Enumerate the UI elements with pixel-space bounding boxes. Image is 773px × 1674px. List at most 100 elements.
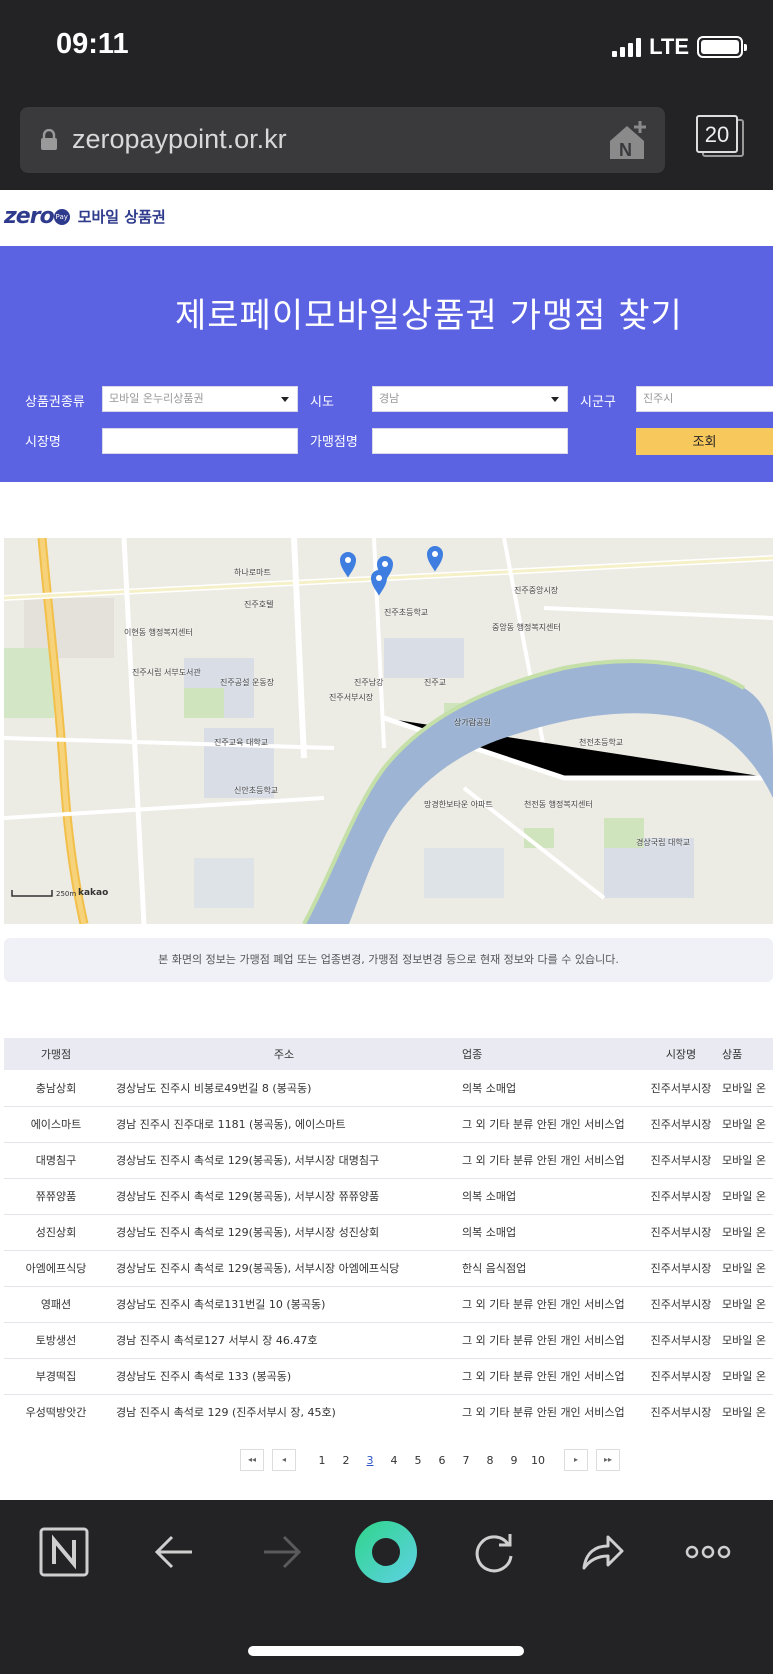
map-label: 진주시립 서부도서관	[132, 668, 201, 677]
map-scale-label: 250m	[56, 890, 77, 898]
page-number[interactable]: 9	[502, 1454, 526, 1467]
address-cell: 경남 진주시 촉석로 129 (진주서부시 장, 45호)	[108, 1394, 460, 1428]
store-name-cell: 토방생선	[4, 1322, 108, 1359]
site-header: zero Pay 모바일 상품권	[0, 190, 773, 246]
status-bar: 09:11 LTE	[0, 0, 773, 95]
naver-home-icon[interactable]	[38, 1526, 90, 1578]
col-header-address: 주소	[108, 1038, 460, 1070]
store-map[interactable]: 이현동 행정복지센터 진주시립 서부도서관 진주공설 운동장 신안초등학교 진주교육 대…	[4, 538, 773, 924]
table-header-row: 가맹점 주소 업종 시장명 상품	[4, 1038, 773, 1070]
address-bar[interactable]: zeropaypoint.or.kr N	[20, 107, 665, 173]
table-row[interactable]: 에이스마트 경남 진주시 진주대로 1181 (봉곡동), 에이스마트 그 외 기타…	[4, 1106, 773, 1143]
battery-icon	[697, 36, 747, 58]
market-cell: 진주서부시장	[642, 1250, 720, 1287]
page-number[interactable]: 3	[358, 1454, 382, 1467]
table-row[interactable]: 대명침구 경상남도 진주시 촉석로 129(봉곡동), 서부시장 대명침구 그 외 …	[4, 1142, 773, 1179]
voucher-type-label: 상품권종류	[25, 395, 85, 410]
page-number[interactable]: 8	[478, 1454, 502, 1467]
green-dot-icon[interactable]	[354, 1520, 418, 1584]
page-number[interactable]: 5	[406, 1454, 430, 1467]
signal-icon	[612, 37, 642, 57]
site-logo[interactable]: zero Pay 모바일 상품권	[4, 204, 166, 229]
col-header-store: 가맹점	[4, 1038, 108, 1070]
add-to-home-icon[interactable]: N	[607, 117, 653, 163]
page-number[interactable]: 2	[334, 1454, 358, 1467]
market-input[interactable]	[102, 428, 298, 454]
category-cell: 그 외 기타 분류 안된 개인 서비스업	[460, 1286, 642, 1323]
map-brand-logo: kakao	[78, 888, 109, 898]
voucher-cell: 모바일 온	[720, 1070, 773, 1107]
search-panel: 제로페이모바일상품권 가맹점 찾기 상품권종류 모바일 온누리상품권 시도 경남…	[0, 246, 773, 482]
store-name-cell: 영패션	[4, 1286, 108, 1323]
market-cell: 진주서부시장	[642, 1394, 720, 1428]
table-row[interactable]: 우성떡방앗간 경남 진주시 촉석로 129 (진주서부시 장, 45호) 그 외 기…	[4, 1394, 773, 1428]
info-notice: 본 화면의 정보는 가맹점 폐업 또는 업종변경, 가맹점 정보변경 등으로 현…	[4, 938, 773, 982]
page-number[interactable]: 6	[430, 1454, 454, 1467]
store-name-cell: 충남상회	[4, 1070, 108, 1107]
table-row[interactable]: 부경떡집 경상남도 진주시 촉석로 133 (봉곡동) 그 외 기타 분류 안된 개…	[4, 1358, 773, 1395]
page-number[interactable]: 7	[454, 1454, 478, 1467]
page-number[interactable]: 1	[310, 1454, 334, 1467]
table-row[interactable]: 영패션 경상남도 진주시 촉석로131번길 10 (봉곡동) 그 외 기타 분류 안…	[4, 1286, 773, 1323]
district-select[interactable]: 진주시	[636, 386, 773, 412]
map-label: 천전초등학교	[579, 738, 624, 747]
map-label: 신안초등학교	[234, 786, 279, 795]
table-row[interactable]: 아엠에프식당 경상남도 진주시 촉석로 129(봉곡동), 서부시장 아엠에프식당…	[4, 1250, 773, 1287]
map-label: 진주호텔	[244, 600, 274, 609]
voucher-cell: 모바일 온	[720, 1106, 773, 1143]
last-page-button[interactable]: ▸▸	[596, 1449, 620, 1471]
voucher-cell: 모바일 온	[720, 1286, 773, 1323]
next-page-button[interactable]: ▸	[564, 1449, 588, 1471]
store-input[interactable]	[372, 428, 568, 454]
category-cell: 의복 소매업	[460, 1070, 642, 1107]
chevron-down-icon	[281, 397, 289, 402]
first-page-button[interactable]: ◂◂	[240, 1449, 264, 1471]
prev-page-button[interactable]: ◂	[272, 1449, 296, 1471]
map-label: 중앙동 행정복지센터	[492, 623, 561, 632]
back-arrow-icon[interactable]	[148, 1526, 200, 1578]
district-label: 시군구	[580, 395, 616, 410]
category-cell: 그 외 기타 분류 안된 개인 서비스업	[460, 1142, 642, 1179]
map-label: 경상국립 대학교	[636, 838, 691, 847]
store-name-cell: 성진상회	[4, 1214, 108, 1251]
store-name-cell: 우성떡방앗간	[4, 1394, 108, 1428]
table-row[interactable]: 충남상회 경상남도 진주시 비봉로49번길 8 (봉곡동) 의복 소매업 진주서부시장…	[4, 1070, 773, 1107]
lock-icon	[41, 129, 57, 150]
province-select[interactable]: 경남	[372, 386, 568, 412]
col-header-category: 업종	[460, 1038, 642, 1070]
pagination: ◂◂ ◂ 1 2 3 4 5 6 7 8 9 10 ▸ ▸▸	[240, 1448, 628, 1472]
refresh-icon[interactable]	[468, 1526, 520, 1578]
map-label: 진주공설 운동장	[220, 678, 275, 687]
more-menu-icon[interactable]	[682, 1526, 734, 1578]
category-cell: 의복 소매업	[460, 1178, 642, 1215]
category-cell: 그 외 기타 분류 안된 개인 서비스업	[460, 1394, 642, 1428]
map-label: 진주교	[424, 678, 447, 687]
table-row[interactable]: 토방생선 경남 진주시 촉석로127 서부시 장 46.47호 그 외 기타 분류 …	[4, 1322, 773, 1359]
store-name-cell: 아엠에프식당	[4, 1250, 108, 1287]
search-button[interactable]: 조회	[636, 428, 773, 455]
tabs-button[interactable]: 20	[696, 115, 744, 159]
logo-word: zero	[4, 204, 55, 229]
voucher-type-select[interactable]: 모바일 온누리상품권	[102, 386, 298, 412]
voucher-type-value: 모바일 온누리상품권	[109, 392, 204, 405]
market-cell: 진주서부시장	[642, 1214, 720, 1251]
forward-arrow-icon[interactable]	[256, 1526, 308, 1578]
status-indicators: LTE	[612, 34, 747, 60]
category-cell: 그 외 기타 분류 안된 개인 서비스업	[460, 1106, 642, 1143]
page-number[interactable]: 10	[526, 1454, 550, 1467]
logo-text: 모바일 상품권	[77, 208, 166, 226]
category-cell: 한식 음식점업	[460, 1250, 642, 1287]
logo-pay-badge: Pay	[53, 208, 70, 225]
share-icon[interactable]	[576, 1526, 628, 1578]
address-cell: 경상남도 진주시 촉석로 129(봉곡동), 서부시장 아엠에프식당	[108, 1250, 460, 1287]
category-cell: 의복 소매업	[460, 1214, 642, 1251]
market-cell: 진주서부시장	[642, 1070, 720, 1107]
network-type: LTE	[649, 34, 689, 59]
table-row[interactable]: 성진상회 경상남도 진주시 촉석로 129(봉곡동), 서부시장 성진상회 의복 소…	[4, 1214, 773, 1251]
page-number[interactable]: 4	[382, 1454, 406, 1467]
map-label: 천전동 행정복지센터	[524, 800, 593, 809]
svg-text:N: N	[619, 140, 632, 160]
province-label: 시도	[310, 395, 334, 410]
table-row[interactable]: 쮸쮸양품 경상남도 진주시 촉석로 129(봉곡동), 서부시장 쮸쮸양품 의복 소…	[4, 1178, 773, 1215]
voucher-cell: 모바일 온	[720, 1322, 773, 1359]
